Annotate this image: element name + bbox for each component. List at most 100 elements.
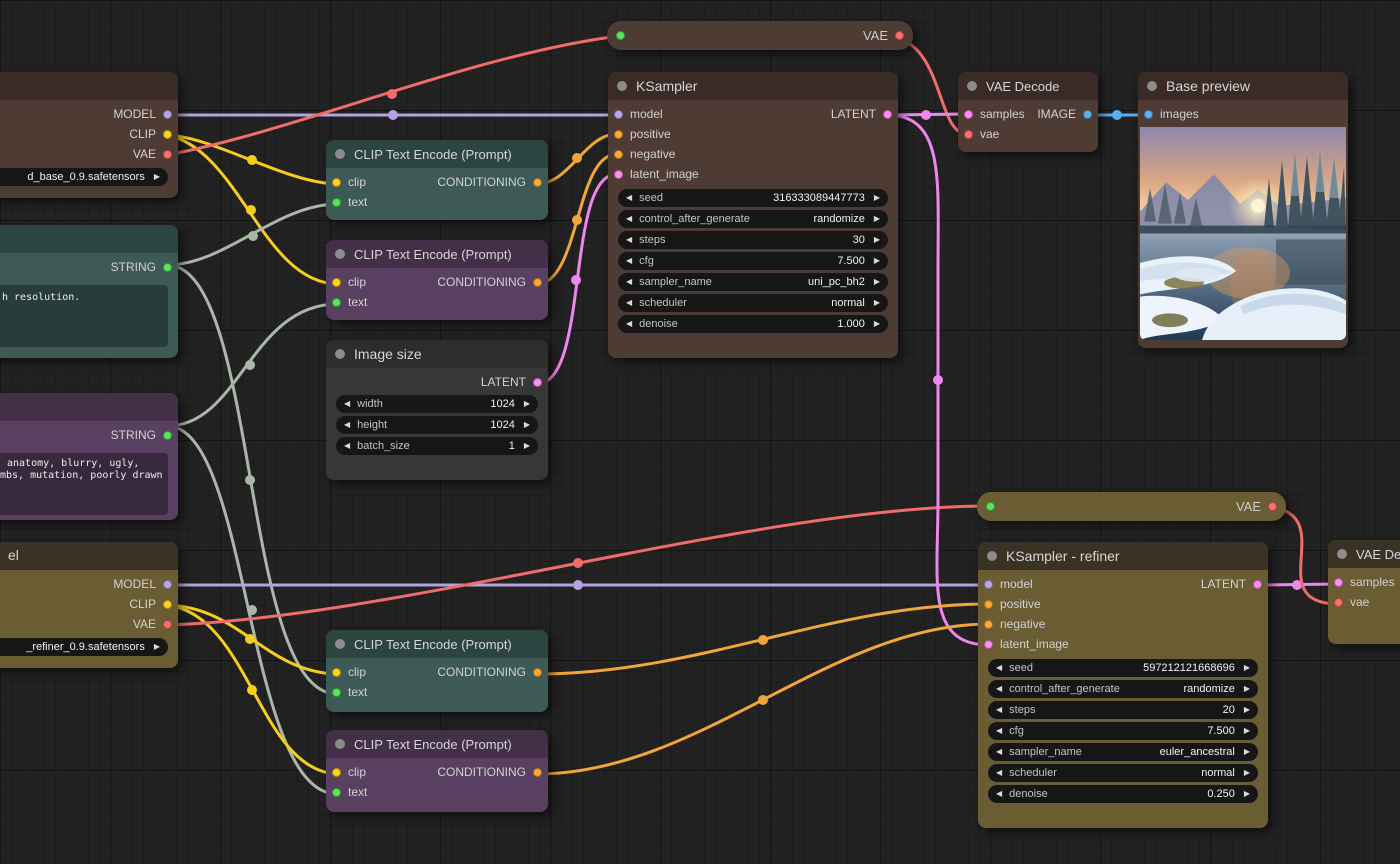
node-string-negative[interactable]: STRING anatomy, blurry, ugly, mbs, mutat… [0,393,178,520]
negative-input-dot[interactable] [984,620,993,629]
vae-output-dot[interactable] [1268,502,1277,511]
combo-arrow-icon[interactable] [154,168,160,186]
latent-output-dot[interactable] [533,378,542,387]
link-midpoint-dot[interactable] [245,360,255,370]
link-midpoint-dot[interactable] [245,634,255,644]
node-ksampler-refiner[interactable]: KSampler - refiner modelLATENT positive … [978,542,1268,828]
images-input-dot[interactable] [1144,110,1153,119]
node-ksampler-base[interactable]: KSampler modelLATENT positive negative l… [608,72,898,358]
latent-image-input[interactable]: latent_image [614,167,699,181]
ckpt-name-combo[interactable]: d_base_0.9.safetensors [0,168,168,186]
text-input-dot[interactable] [332,688,341,697]
clip-output-dot[interactable] [163,130,172,139]
decrement-arrow-icon[interactable] [626,231,632,249]
link-midpoint-dot[interactable] [247,605,257,615]
clip-input[interactable]: clip [332,275,366,289]
text-input-dot[interactable] [332,198,341,207]
model-output[interactable]: MODEL [113,577,172,591]
decrement-arrow-icon[interactable] [996,701,1002,719]
string-output[interactable]: STRING [111,260,172,274]
model-input-dot[interactable] [984,580,993,589]
images-input[interactable]: images [1144,107,1199,121]
increment-arrow-icon[interactable] [524,395,530,413]
increment-arrow-icon[interactable] [1244,743,1250,761]
negative-input-dot[interactable] [614,150,623,159]
node-clip-encode-refiner-negative[interactable]: CLIP Text Encode (Prompt) clipCONDITIONI… [326,730,548,812]
widget-denoise[interactable]: denoise1.000 [618,315,888,333]
conditioning-output-dot[interactable] [533,278,542,287]
positive-input[interactable]: positive [614,127,671,141]
decrement-arrow-icon[interactable] [996,764,1002,782]
link-midpoint-dot[interactable] [921,110,931,120]
increment-arrow-icon[interactable] [1244,785,1250,803]
clip-output-dot[interactable] [163,600,172,609]
ckpt-name-combo[interactable]: _refiner_0.9.safetensors [0,638,168,656]
clip-input[interactable]: clip [332,175,366,189]
string-output-dot[interactable] [163,431,172,440]
image-output-dot[interactable] [1083,110,1092,119]
widget-width[interactable]: width1024 [336,395,538,413]
node-clip-encode-base-negative[interactable]: CLIP Text Encode (Prompt) clipCONDITIONI… [326,240,548,320]
combo-arrow-icon[interactable] [154,638,160,656]
model-input[interactable]: model [614,107,663,121]
samples-input[interactable]: samples [964,107,1025,121]
vae-output-dot[interactable] [895,31,904,40]
widget-seed[interactable]: seed597212121668696 [988,659,1258,677]
link-midpoint-dot[interactable] [247,685,257,695]
link-midpoint-dot[interactable] [573,558,583,568]
widget-cfg[interactable]: cfg7.500 [618,252,888,270]
increment-arrow-icon[interactable] [1244,722,1250,740]
model-output-dot[interactable] [163,580,172,589]
link-midpoint-dot[interactable] [387,89,397,99]
clip-input-dot[interactable] [332,668,341,677]
conditioning-output[interactable]: CONDITIONING [437,665,542,679]
increment-arrow-icon[interactable] [874,252,880,270]
link-midpoint-dot[interactable] [247,155,257,165]
text-input[interactable]: text [332,295,367,309]
increment-arrow-icon[interactable] [874,273,880,291]
collapse-dot[interactable] [1147,81,1157,91]
widget-steps[interactable]: steps20 [988,701,1258,719]
widget-sampler-name[interactable]: sampler_nameuni_pc_bh2 [618,273,888,291]
latent-output[interactable]: LATENT [1201,577,1262,591]
decrement-arrow-icon[interactable] [996,785,1002,803]
node-checkpoint-base[interactable]: MODEL CLIP VAE d_base_0.9.safetensors [0,72,178,198]
conditioning-output-dot[interactable] [533,668,542,677]
increment-arrow-icon[interactable] [1244,701,1250,719]
widget-scheduler[interactable]: schedulernormal [618,294,888,312]
clip-input-dot[interactable] [332,768,341,777]
collapse-dot[interactable] [1337,549,1347,559]
node-vae-reroute-top[interactable]: VAE [607,21,913,50]
positive-input-dot[interactable] [614,130,623,139]
conditioning-output[interactable]: CONDITIONING [437,175,542,189]
text-input[interactable]: text [332,685,367,699]
text-input-dot[interactable] [332,788,341,797]
widget-batch-size[interactable]: batch_size1 [336,437,538,455]
conditioning-output[interactable]: CONDITIONING [437,765,542,779]
link-midpoint-dot[interactable] [572,215,582,225]
node-checkpoint-refiner[interactable]: el MODEL CLIP VAE _refiner_0.9.safetenso… [0,542,178,668]
input-dot[interactable] [986,502,995,511]
widget-steps[interactable]: steps30 [618,231,888,249]
model-output-dot[interactable] [163,110,172,119]
vae-output[interactable]: VAE [133,617,172,631]
collapse-dot[interactable] [335,739,345,749]
node-clip-encode-base-positive[interactable]: CLIP Text Encode (Prompt) clipCONDITIONI… [326,140,548,220]
latent-image-input[interactable]: latent_image [984,637,1069,651]
model-input-dot[interactable] [614,110,623,119]
widget-cfg[interactable]: cfg7.500 [988,722,1258,740]
increment-arrow-icon[interactable] [874,315,880,333]
increment-arrow-icon[interactable] [524,416,530,434]
positive-input[interactable]: positive [984,597,1041,611]
node-graph-canvas[interactable]: VAE VAE MODEL CLIP VAE d_base_0.9.safete… [0,0,1400,864]
decrement-arrow-icon[interactable] [626,315,632,333]
conditioning-output-dot[interactable] [533,768,542,777]
vae-input-dot[interactable] [964,130,973,139]
node-vae-decode-refiner[interactable]: VAE De samples vae [1328,540,1400,644]
clip-output[interactable]: CLIP [129,597,172,611]
latent-output[interactable]: LATENT [831,107,892,121]
model-output[interactable]: MODEL [113,107,172,121]
collapse-dot[interactable] [335,639,345,649]
negative-input[interactable]: negative [984,617,1045,631]
collapse-dot[interactable] [967,81,977,91]
